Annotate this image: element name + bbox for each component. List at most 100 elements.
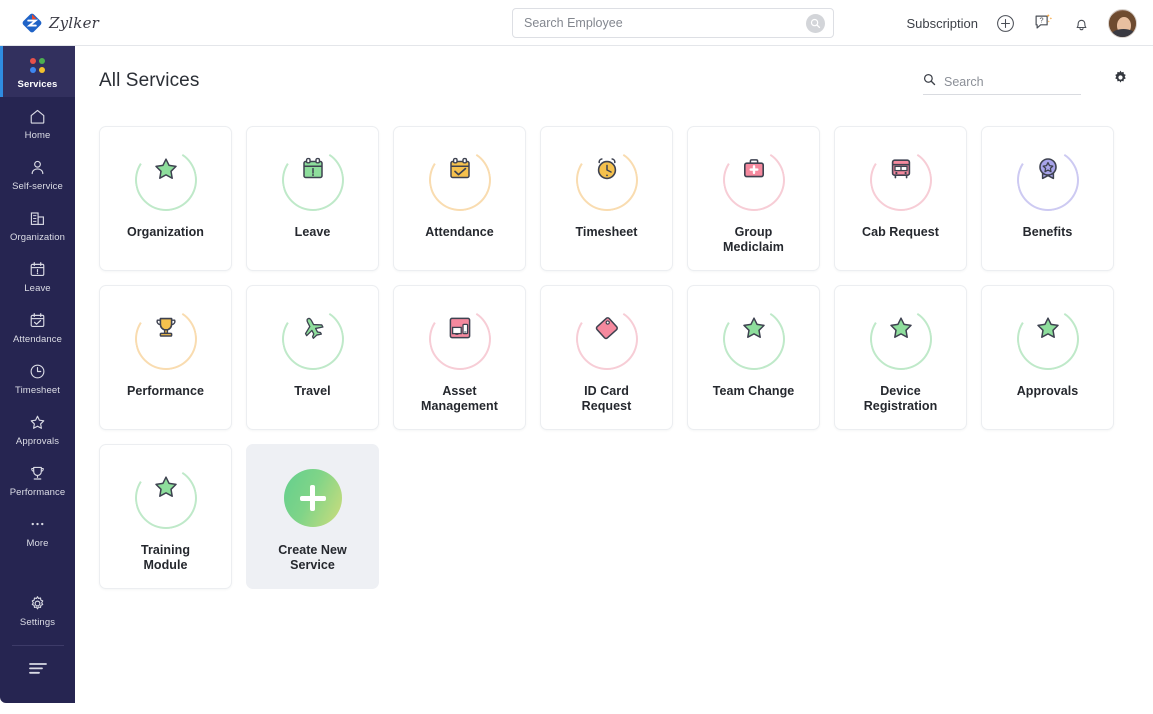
search-icon[interactable] [806,14,825,33]
sidebar-item-attendance[interactable]: Attendance [0,301,75,352]
help-chat-icon[interactable]: ? [1032,12,1054,34]
service-icon-wrap [1010,143,1085,217]
service-label: Attendance [425,225,494,239]
service-card-leave[interactable]: Leave [246,126,379,271]
search-employee-input[interactable] [524,16,784,30]
sidebar-collapse-button[interactable] [0,646,75,681]
service-icon-wrap [128,302,203,376]
home-icon [28,106,47,126]
create-new-service-card[interactable]: Create New Service [246,444,379,589]
star-icon [151,154,181,184]
service-card-training-module[interactable]: Training Module [99,444,232,589]
star-icon [28,412,47,432]
gear-icon [28,593,47,613]
search-icon [923,73,936,91]
sidebar-item-leave[interactable]: Leave [0,250,75,301]
service-card-team-change[interactable]: Team Change [687,285,820,430]
service-label: Group Mediclaim [723,225,784,254]
service-icon-wrap [716,143,791,217]
star-icon [739,313,769,343]
sidebar-item-settings[interactable]: Settings [0,584,75,635]
service-card-device-registration[interactable]: Device Registration [834,285,967,430]
service-icon-wrap [128,461,203,535]
star-icon [151,472,181,502]
service-card-benefits[interactable]: Benefits [981,126,1114,271]
service-label: Organization [127,225,204,239]
header-actions: Subscription ? [906,0,1137,46]
service-card-organization[interactable]: Organization [99,126,232,271]
calendar-check-icon [28,310,47,330]
employee-search-box[interactable] [512,8,834,38]
award-badge-icon [1033,154,1063,184]
gear-icon [1112,69,1129,91]
left-sidebar: Services Home Self-service Organization … [0,46,75,703]
services-grid: Organization Leave Attendance Timesheet … [99,126,1117,589]
sidebar-item-home[interactable]: Home [0,97,75,148]
service-card-travel[interactable]: Travel [246,285,379,430]
sidebar-item-performance[interactable]: Performance [0,454,75,505]
page-settings-button[interactable] [1109,69,1131,91]
service-icon-wrap [275,143,350,217]
sidebar-item-timesheet[interactable]: Timesheet [0,352,75,403]
user-avatar[interactable] [1108,8,1137,38]
tag-icon [592,313,622,343]
clock-icon [28,361,47,381]
sidebar-item-approvals[interactable]: Approvals [0,403,75,454]
alarm-clock-icon [592,154,622,184]
service-label: Performance [127,384,204,398]
service-card-group-mediclaim[interactable]: Group Mediclaim [687,126,820,271]
sidebar-item-self-service[interactable]: Self-service [0,148,75,199]
airplane-icon [298,313,328,343]
service-label: Approvals [1016,384,1079,398]
service-label: Travel [294,384,331,398]
calendar-check-icon [445,154,475,184]
service-card-cab-request[interactable]: Cab Request [834,126,967,271]
service-icon-wrap [863,143,938,217]
service-card-asset-management[interactable]: Asset Management [393,285,526,430]
sidebar-label: Settings [19,617,56,628]
sidebar-label: Organization [9,232,66,243]
service-icon-wrap [422,143,497,217]
service-label: Asset Management [421,384,498,413]
application-window: Zylker Subscription [0,0,1153,714]
service-card-timesheet[interactable]: Timesheet [540,126,673,271]
service-card-attendance[interactable]: Attendance [393,126,526,271]
plus-circle-icon[interactable] [994,12,1016,34]
service-icon-wrap [422,302,497,376]
building-icon [28,208,47,228]
service-icon-wrap [569,143,644,217]
services-search-input[interactable] [944,74,1066,89]
bus-icon [886,154,916,184]
sidebar-item-services[interactable]: Services [0,46,75,97]
brand-logo[interactable]: Zylker [22,13,99,33]
top-header-bar: Zylker Subscription [0,0,1153,46]
medical-kit-icon [739,154,769,184]
service-card-approvals[interactable]: Approvals [981,285,1114,430]
sidebar-label: Performance [9,487,66,498]
bell-icon[interactable] [1070,12,1092,34]
service-icon-wrap [275,302,350,376]
sidebar-label: Services [17,79,58,90]
collapse-menu-icon [26,660,50,681]
create-icon-wrap [282,467,344,529]
services-dots-icon [30,55,45,75]
services-search-box[interactable] [923,69,1081,95]
service-icon-wrap [569,302,644,376]
service-icon-wrap [128,143,203,217]
star-icon [886,313,916,343]
sidebar-label: More [26,538,49,549]
sidebar-item-more[interactable]: More [0,505,75,556]
service-card-performance[interactable]: Performance [99,285,232,430]
sidebar-item-organization[interactable]: Organization [0,199,75,250]
main-content: All Services Search Organization Leave A… [75,46,1153,703]
service-label: Team Change [712,384,795,398]
devices-icon [445,313,475,343]
trophy-icon [151,313,181,343]
service-card-id-card-request[interactable]: ID Card Request [540,285,673,430]
brand-name: Zylker [49,13,100,32]
sidebar-label: Timesheet [15,385,60,396]
subscription-link[interactable]: Subscription [906,16,978,31]
user-icon [28,157,47,177]
calendar-icon [298,154,328,184]
ellipsis-icon [28,514,47,534]
